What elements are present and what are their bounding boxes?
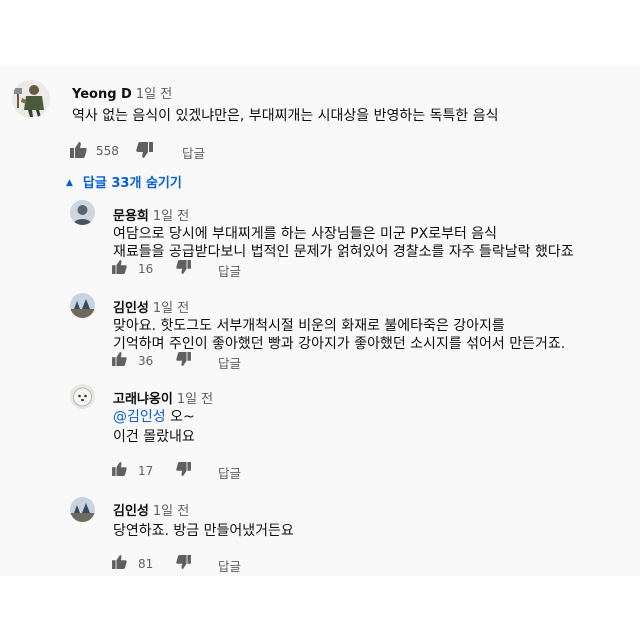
- reply-text-line: 당연하죠. 방금 만들어냈거든요: [113, 523, 294, 539]
- comment-time[interactable]: 1일 전: [177, 392, 213, 407]
- avatar-reply-1[interactable]: [70, 200, 95, 225]
- reply-button[interactable]: 답글: [218, 556, 241, 575]
- reply-button[interactable]: 답글: [182, 143, 205, 162]
- like-count: 36: [138, 354, 154, 368]
- author-name[interactable]: 문용희: [113, 209, 149, 224]
- avatar-reply-2[interactable]: [70, 293, 95, 318]
- reply-text-line: 여담으로 당시에 부대찌게를 하는 사장님들은 미군 PX로부터 음식: [113, 226, 498, 242]
- avatar-landscape-icon: [70, 497, 95, 522]
- author-name[interactable]: 고래냐옹이: [113, 392, 173, 407]
- reply-button[interactable]: 답글: [218, 353, 241, 372]
- comment-time[interactable]: 1일 전: [153, 301, 189, 316]
- chevron-up-icon: ▲: [66, 178, 73, 188]
- like-count: 81: [138, 557, 154, 571]
- avatar-animal-icon: [70, 384, 95, 409]
- reply-actions: 16 답글: [112, 260, 312, 280]
- hide-replies-label: 답글 33개 숨기기: [82, 176, 182, 191]
- like-count: 558: [96, 144, 119, 158]
- reply-text: 오~: [165, 409, 195, 425]
- reply-actions: 36 답글: [112, 352, 312, 372]
- avatar-person-icon: [70, 200, 95, 225]
- reply-author[interactable]: 김인성 1일 전: [113, 297, 189, 316]
- like-count: 16: [138, 262, 154, 276]
- like-icon[interactable]: [70, 142, 87, 158]
- like-icon[interactable]: [112, 555, 127, 569]
- like-icon[interactable]: [112, 260, 127, 274]
- reply-text-line: 이건 몰랐내요: [113, 429, 195, 445]
- reply-author[interactable]: 문용희 1일 전: [113, 205, 189, 224]
- avatar-reply-4[interactable]: [70, 497, 95, 522]
- comment-author[interactable]: Yeong D 1일 전: [72, 83, 172, 102]
- reply-author[interactable]: 김인성 1일 전: [113, 500, 189, 519]
- comment-actions: 558 답글: [70, 142, 270, 162]
- reply-button[interactable]: 답글: [218, 261, 241, 280]
- author-name[interactable]: 김인성: [113, 301, 149, 316]
- reply-button[interactable]: 답글: [218, 463, 241, 482]
- avatar-warrior-icon: [14, 85, 44, 117]
- like-icon[interactable]: [112, 462, 127, 476]
- avatar-reply-3[interactable]: [70, 384, 95, 409]
- like-icon[interactable]: [112, 352, 127, 366]
- dislike-icon[interactable]: [176, 555, 191, 569]
- avatar-yeong-d[interactable]: [12, 80, 50, 118]
- comment-time[interactable]: 1일 전: [153, 209, 189, 224]
- reply-actions: 81 답글: [112, 555, 312, 575]
- reply-author[interactable]: 고래냐옹이 1일 전: [113, 388, 213, 407]
- author-name[interactable]: 김인성: [113, 504, 149, 519]
- dislike-icon[interactable]: [176, 462, 191, 476]
- dislike-icon[interactable]: [176, 352, 191, 366]
- comment-time[interactable]: 1일 전: [136, 87, 172, 102]
- reply-text-line: 맞아요. 핫도그도 서부개척시절 비운의 화재로 불에타죽은 강아지를: [113, 318, 505, 334]
- like-count: 17: [138, 464, 154, 478]
- mention-link[interactable]: @김인성: [113, 409, 166, 425]
- reply-text-line: @김인성 오~: [113, 408, 195, 427]
- author-name[interactable]: Yeong D: [72, 87, 132, 102]
- dislike-icon[interactable]: [136, 142, 153, 158]
- avatar-landscape-icon: [70, 293, 95, 318]
- reply-actions: 17 답글: [112, 462, 312, 482]
- dislike-icon[interactable]: [176, 260, 191, 274]
- comment-time[interactable]: 1일 전: [153, 504, 189, 519]
- hide-replies-toggle[interactable]: ▲ 답글 33개 숨기기: [66, 172, 182, 191]
- comment-text: 역사 없는 음식이 있겠냐만은, 부대찌개는 시대상을 반영하는 독특한 음식: [72, 108, 499, 124]
